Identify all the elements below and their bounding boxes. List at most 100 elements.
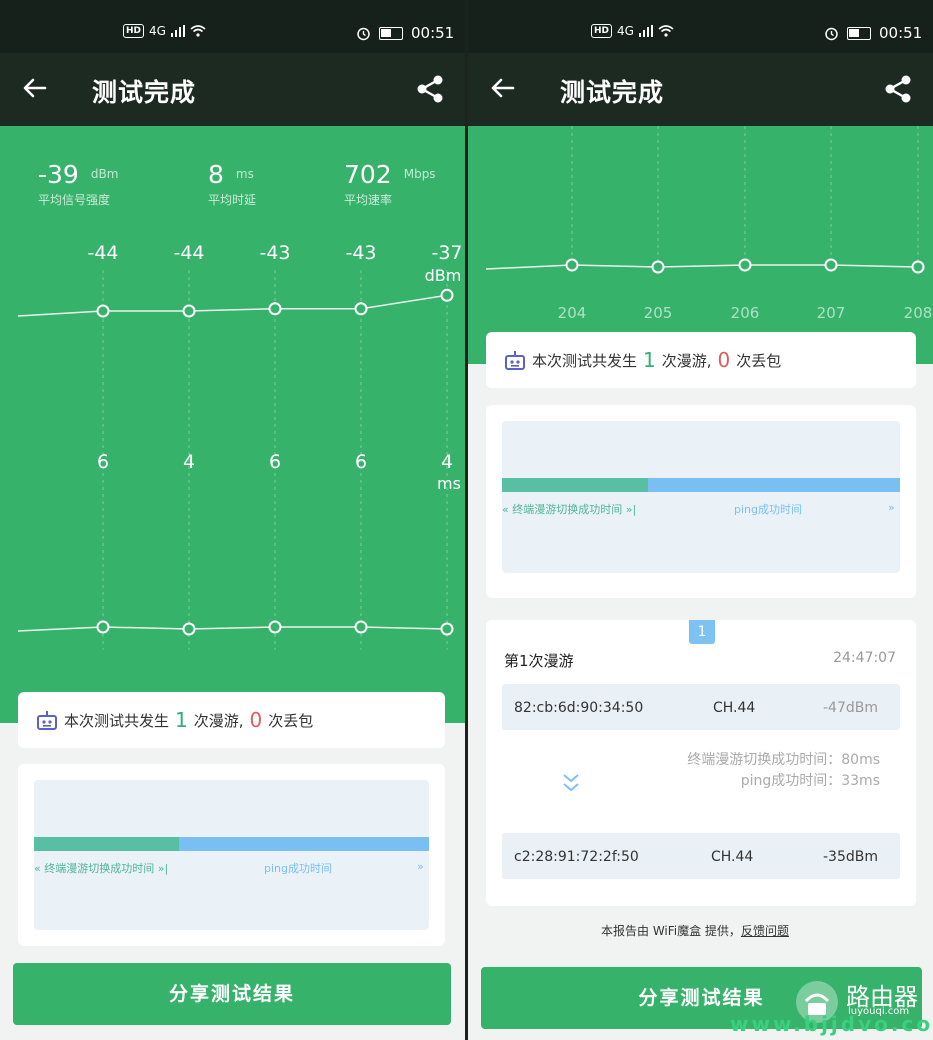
latency-value-label: 4 xyxy=(441,451,453,473)
stat-signal-value: -39 xyxy=(38,160,79,189)
battery-icon xyxy=(847,26,871,40)
latency-point xyxy=(565,258,579,272)
stat-latency-value: 8 xyxy=(208,160,224,189)
signal-point xyxy=(268,302,282,316)
latency-value-label: 6 xyxy=(269,451,281,473)
back-arrow-icon[interactable] xyxy=(20,73,50,103)
network-label: 4G xyxy=(617,24,634,38)
switch-time-label: « 终端漫游切换成功时间 »| xyxy=(502,503,637,516)
latency-line xyxy=(485,264,919,270)
source-ap-signal: -47dBm xyxy=(823,700,878,716)
alarm-icon xyxy=(357,27,370,40)
roam-summary-prefix: 本次测试共发生 xyxy=(532,351,638,370)
stat-latency-unit: ms xyxy=(235,167,254,181)
roam-timings: 终端漫游切换成功时间：80ms ping成功时间：33ms xyxy=(687,750,880,792)
target-ap-mac: c2:28:91:72:2f:50 xyxy=(514,849,639,865)
latency-line xyxy=(17,626,448,632)
app-bar: 测试完成 xyxy=(468,53,933,126)
signal-latency-chart: -44-44-43-43-37dBm64664ms204205206207208 xyxy=(17,242,463,650)
stat-signal: -39 dBm 平均信号强度 xyxy=(38,160,118,208)
latency-point xyxy=(96,620,110,634)
signal-value-label: -44 xyxy=(173,242,204,264)
signal-value-label: -43 xyxy=(259,242,290,264)
page-title: 测试完成 xyxy=(92,78,197,107)
watermark-url: www.bjjdvo.com xyxy=(730,1012,933,1036)
signal-unit-label: dBm xyxy=(425,266,462,285)
ping-time-label: ping成功时间 xyxy=(734,503,802,516)
timeline-card: « 终端漫游切换成功时间 »| ping成功时间 » xyxy=(18,764,445,946)
roam-summary-mid: 次漫游, xyxy=(193,711,244,730)
wifi-icon xyxy=(190,25,206,37)
roam-summary-card: 本次测试共发生 1 次漫游, 0 次丢包 xyxy=(18,692,445,748)
latency-chart-scrolled: 204 205 206 207 208 xyxy=(485,126,932,322)
stat-latency-label: 平均时延 xyxy=(208,193,257,207)
roam-summary-card: 本次测试共发生 1 次漫游, 0 次丢包 xyxy=(486,332,916,388)
source-ap-mac: 82:cb:6d:90:34:50 xyxy=(514,700,644,716)
timeline-chart: « 终端漫游切换成功时间 »| ping成功时间 » xyxy=(34,780,429,930)
timeline-end-arrow: » xyxy=(888,501,895,514)
stat-speed-label: 平均速率 xyxy=(344,193,393,207)
roam-index-badge: 1 xyxy=(689,620,715,644)
latency-unit-label: ms xyxy=(437,474,461,493)
roam-summary-suffix: 次丢包 xyxy=(268,711,314,730)
roam-count: 1 xyxy=(175,708,188,732)
hd-icon: HD xyxy=(123,24,145,38)
share-icon[interactable] xyxy=(882,73,914,105)
stat-speed: 702 Mbps 平均速率 xyxy=(344,160,436,208)
x-tick-label: 204 xyxy=(558,304,587,322)
stat-speed-value: 702 xyxy=(344,160,392,189)
down-chevrons-icon xyxy=(563,774,579,792)
signal-icon xyxy=(638,25,653,37)
ping-time-label: ping成功时间 xyxy=(264,862,332,875)
signal-value-label: -44 xyxy=(87,242,118,264)
back-arrow-icon[interactable] xyxy=(488,73,518,103)
router-robot-icon xyxy=(505,351,525,370)
loss-count: 0 xyxy=(717,348,731,372)
signal-value-label: -43 xyxy=(345,242,376,264)
roam-summary-suffix: 次丢包 xyxy=(736,351,782,370)
signal-line xyxy=(17,294,448,317)
roam-count: 1 xyxy=(643,348,656,372)
roam-title: 第1次漫游 xyxy=(504,652,574,670)
target-ap-row: c2:28:91:72:2f:50 CH.44 -35dBm xyxy=(502,833,900,879)
target-ap-channel: CH.44 xyxy=(711,849,754,865)
latency-point xyxy=(911,260,925,274)
stat-signal-label: 平均信号强度 xyxy=(38,193,111,207)
share-results-button[interactable]: 分享测试结果 xyxy=(13,963,451,1025)
roam-summary-mid: 次漫游, xyxy=(661,351,712,370)
x-tick-label: 207 xyxy=(817,304,846,322)
report-footer: 本报告由 WiFi魔盒 提供，反馈问题 xyxy=(601,922,789,939)
source-ap-channel: CH.44 xyxy=(713,700,756,716)
x-tick-label: 206 xyxy=(731,304,760,322)
stat-signal-unit: dBm xyxy=(90,167,119,181)
battery-icon xyxy=(379,26,403,40)
stat-speed-unit: Mbps xyxy=(403,167,436,181)
ping-time-bar xyxy=(179,837,429,851)
feedback-link[interactable]: 反馈问题 xyxy=(741,924,789,938)
latency-point xyxy=(182,622,196,636)
switch-time-bar xyxy=(34,837,179,851)
network-label: 4G xyxy=(149,24,166,38)
roam-time: 24:47:07 xyxy=(833,650,896,666)
left-screen: HD 4G 00:51 测试完成 -39 dBm 平均信号强度 8 ms 平均时延 … xyxy=(0,0,465,1040)
ping-time-bar xyxy=(648,478,900,492)
latency-point xyxy=(651,260,665,274)
signal-point xyxy=(354,302,368,316)
clock: 00:51 xyxy=(411,24,455,42)
latency-value-label: 6 xyxy=(97,451,109,473)
router-robot-icon xyxy=(37,711,57,730)
alarm-icon xyxy=(825,27,838,40)
target-ap-signal: -35dBm xyxy=(823,849,878,865)
signal-icon xyxy=(170,25,185,37)
stat-latency: 8 ms 平均时延 xyxy=(208,160,256,208)
clock: 00:51 xyxy=(879,24,923,42)
footer-text: 本报告由 WiFi魔盒 提供， xyxy=(601,924,741,938)
share-icon[interactable] xyxy=(414,73,446,105)
timeline-card: « 终端漫游切换成功时间 »| ping成功时间 » xyxy=(486,405,916,598)
roam-detail-card: 1 第1次漫游 24:47:07 82:cb:6d:90:34:50 CH.44… xyxy=(486,620,916,906)
signal-value-label: -37 xyxy=(431,242,462,264)
latency-value-label: 4 xyxy=(183,451,195,473)
x-tick-label: 205 xyxy=(644,304,673,322)
right-screen: HD 4G 00:51 测试完成 204 205 206 207 208 本次测试共发生… xyxy=(468,0,933,1040)
ping-time-value: ping成功时间：33ms xyxy=(740,773,880,789)
